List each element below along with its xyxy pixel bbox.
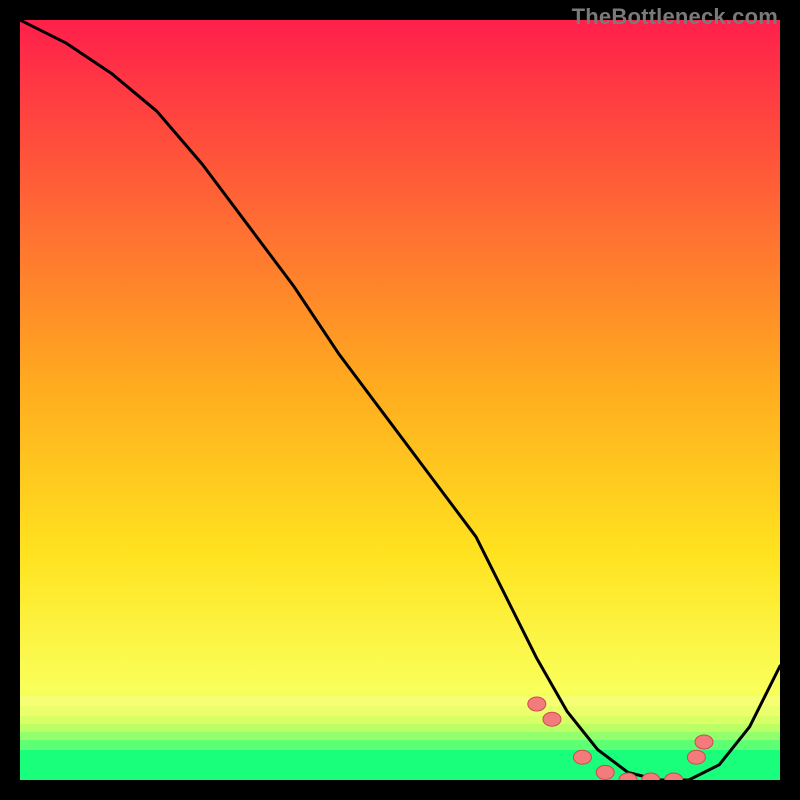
chart-frame <box>20 20 780 780</box>
watermark-text: TheBottleneck.com <box>572 4 778 30</box>
marker-point <box>573 750 591 764</box>
marker-point <box>695 735 713 749</box>
green-band <box>20 724 780 780</box>
gradient-background <box>20 20 780 780</box>
bottleneck-chart <box>20 20 780 780</box>
yellow-band <box>20 696 780 724</box>
marker-point <box>543 712 561 726</box>
marker-point <box>528 697 546 711</box>
marker-point <box>687 750 705 764</box>
marker-point <box>596 765 614 779</box>
